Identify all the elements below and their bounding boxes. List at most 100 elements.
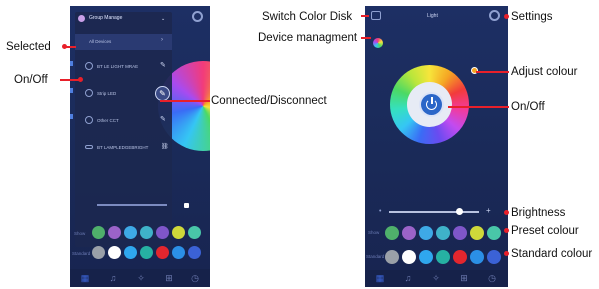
- edit-icon[interactable]: ✎: [160, 61, 166, 69]
- colour-swatch[interactable]: [470, 226, 484, 240]
- colour-swatch[interactable]: [124, 226, 137, 239]
- selection-marker: [70, 61, 73, 66]
- colour-swatch[interactable]: [436, 250, 450, 264]
- power-icon[interactable]: [85, 89, 93, 97]
- tab-timer-icon[interactable]: ◷: [188, 272, 202, 284]
- link-icon[interactable]: ⛓: [161, 143, 169, 150]
- tab-mode-icon[interactable]: ✧: [429, 272, 443, 284]
- annotation-adjust-colour: Adjust colour: [511, 66, 578, 78]
- selection-marker: [70, 114, 73, 119]
- power-icon[interactable]: [85, 116, 93, 124]
- device-management-icon[interactable]: [373, 38, 383, 48]
- colour-swatch[interactable]: [470, 250, 484, 264]
- tab-color-disk-icon[interactable]: ▦: [373, 272, 387, 284]
- power-icon-stem: [430, 97, 433, 104]
- colour-swatch[interactable]: [172, 226, 185, 239]
- tab-grid-icon[interactable]: ⊞: [457, 272, 471, 284]
- annotation-selected: Selected: [6, 41, 51, 53]
- annotation-switch-color-disk: Switch Color Disk: [262, 11, 353, 23]
- annotation-dot: [504, 14, 509, 19]
- annotation-on-off-right: On/Off: [511, 101, 545, 113]
- colour-swatch[interactable]: [188, 226, 201, 239]
- power-button[interactable]: [421, 94, 442, 115]
- device-row[interactable]: BT LE LIGHT MRAE ✎: [75, 58, 172, 76]
- colour-swatch[interactable]: [436, 226, 450, 240]
- colour-swatch[interactable]: [402, 226, 416, 240]
- colour-swatch[interactable]: [92, 226, 105, 239]
- colour-swatch[interactable]: [419, 250, 433, 264]
- annotation-dot: [504, 251, 509, 256]
- gear-icon[interactable]: [489, 10, 500, 21]
- tab-color-disk-icon[interactable]: ▦: [78, 272, 92, 284]
- edit-icon[interactable]: ✎: [160, 115, 166, 123]
- device-name: All Devices: [89, 39, 112, 44]
- colour-swatch[interactable]: [92, 246, 105, 259]
- annotation-line: [476, 71, 509, 73]
- device-name: BT LE LIGHT MRAE: [97, 64, 139, 69]
- annotation-device-management: Device managment: [258, 32, 358, 44]
- annotation-line: [361, 15, 369, 17]
- colour-swatch[interactable]: [156, 246, 169, 259]
- tab-timer-icon[interactable]: ◷: [485, 272, 499, 284]
- tab-grid-icon[interactable]: ⊞: [162, 272, 176, 284]
- annotation-brightness: Brightness: [511, 207, 566, 219]
- device-name: Strip LED: [97, 91, 117, 96]
- device-row[interactable]: Strip LED ✎: [75, 85, 172, 103]
- colour-swatch[interactable]: [124, 246, 137, 259]
- colour-swatch[interactable]: [487, 226, 501, 240]
- annotation-preset-colour: Preset colour: [511, 225, 579, 237]
- power-icon[interactable]: [85, 62, 93, 70]
- bottom-tab-bar: ▦ ♫ ✧ ⊞ ◷: [365, 270, 508, 287]
- chevron-down-icon[interactable]: ⌄: [161, 16, 165, 22]
- annotation-connected-disconnect: Connected/Disconnect: [211, 95, 327, 107]
- left-phone-screen: Group Manage ⌄ All Devices › BT LE LIGHT…: [70, 6, 210, 287]
- chevron-icon: ›: [161, 37, 163, 43]
- brightness-slider-track[interactable]: [389, 211, 479, 213]
- link-icon: [85, 145, 93, 149]
- colour-swatch[interactable]: [140, 246, 153, 259]
- tab-music-icon[interactable]: ♫: [106, 272, 120, 284]
- device-name: BT LAMPLEDGEBRIGHT: [97, 145, 149, 150]
- colour-swatch[interactable]: [108, 226, 121, 239]
- brightness-minus-icon[interactable]: •: [379, 208, 381, 215]
- right-phone-screen: Light • + Show Standard ▦ ♫ ✧ ⊞ ◷: [365, 6, 508, 287]
- switch-color-disk-icon[interactable]: [371, 11, 381, 20]
- colour-swatch[interactable]: [108, 246, 121, 259]
- brightness-slider-knob[interactable]: [455, 208, 463, 215]
- colour-swatch[interactable]: [419, 226, 433, 240]
- annotation-on-off-left: On/Off: [14, 74, 48, 86]
- colour-swatch[interactable]: [156, 226, 169, 239]
- device-row[interactable]: BT LAMPLEDGEBRIGHT ⛓: [75, 139, 172, 157]
- tab-mode-icon[interactable]: ✧: [134, 272, 148, 284]
- annotation-line: [448, 106, 509, 108]
- annotation-line: [361, 37, 371, 39]
- annotation-line: [160, 100, 210, 102]
- screen-title: Light: [427, 13, 438, 19]
- annotation-line: [60, 79, 80, 81]
- annotation-settings: Settings: [511, 11, 553, 23]
- annotation-dot: [504, 228, 509, 233]
- device-row[interactable]: Other CCT ✎: [75, 112, 172, 130]
- brightness-slider-track[interactable]: [97, 204, 167, 206]
- colour-swatch[interactable]: [402, 250, 416, 264]
- group-manage-title: Group Manage: [89, 15, 123, 21]
- user-icon: [78, 15, 85, 22]
- tab-music-icon[interactable]: ♫: [401, 272, 415, 284]
- connect-toggle[interactable]: ✎: [155, 86, 170, 101]
- colour-swatch[interactable]: [385, 250, 399, 264]
- colour-swatch[interactable]: [487, 250, 501, 264]
- annotation-dot: [504, 210, 509, 215]
- colour-swatch[interactable]: [453, 226, 467, 240]
- brightness-plus-icon[interactable]: +: [486, 206, 491, 215]
- device-row-selected[interactable]: All Devices ›: [75, 34, 172, 50]
- preset-row-label: Show: [368, 230, 380, 235]
- brightness-slider-knob[interactable]: [184, 203, 189, 208]
- selection-marker: [70, 88, 73, 93]
- group-manage-panel: Group Manage ⌄ All Devices › BT LE LIGHT…: [75, 12, 172, 247]
- colour-swatch[interactable]: [188, 246, 201, 259]
- gear-icon[interactable]: [192, 11, 203, 22]
- colour-swatch[interactable]: [140, 226, 153, 239]
- colour-swatch[interactable]: [172, 246, 185, 259]
- colour-swatch[interactable]: [385, 226, 399, 240]
- colour-swatch[interactable]: [453, 250, 467, 264]
